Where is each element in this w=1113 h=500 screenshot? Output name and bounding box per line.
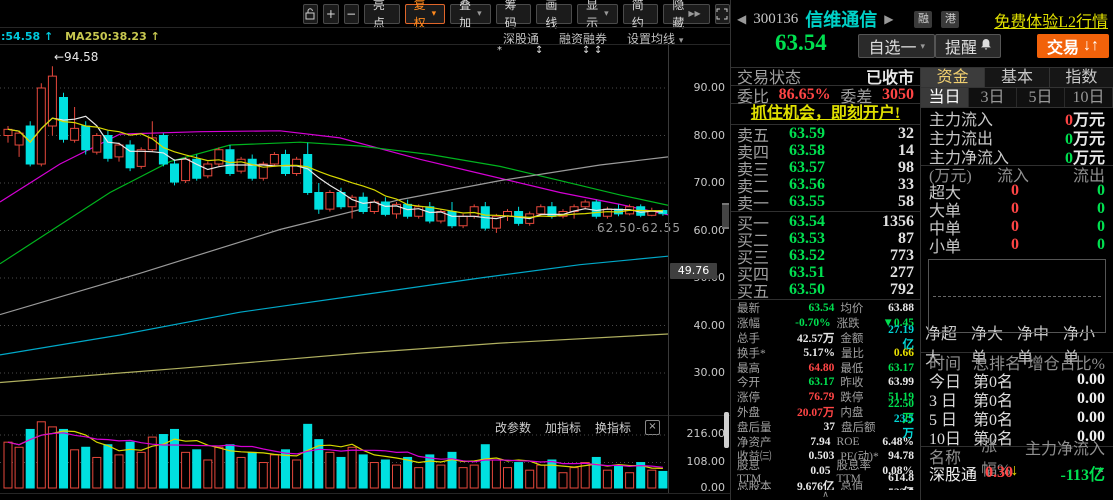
display-button[interactable]: 显示 ▾ — [577, 0, 618, 30]
tab-资金[interactable]: 资金 — [921, 68, 986, 87]
tab-基本[interactable]: 基本 — [985, 68, 1050, 87]
fund-flow-column: 资金 基本 指数 当日 3日 5日 10日 主力流入 0万元 主力流出 0万元 主力净流入 0万元 … — [921, 68, 1113, 500]
last-price: 63.54 — [775, 30, 827, 55]
crosshair-price-label: 49.76 — [670, 263, 717, 279]
order-book-column: 交易状态 已收市 委比 86.65% 委差 3050 抓住机会，即刻开户! 卖五… — [731, 68, 921, 500]
chevron-down-icon: ▾ — [920, 40, 925, 51]
stat-row: 盘后量 37 盘后额 23.5万 — [737, 412, 914, 440]
trade-status-row: 交易状态 已收市 — [731, 68, 920, 87]
panel-resize-handle[interactable] — [722, 203, 729, 229]
period-tab-5日[interactable]: 5日 — [1017, 88, 1065, 107]
bid-rows: 买一 63.54 1356 买二 63.53 87 买三 63.52 773 买四 63.51 277… — [731, 213, 920, 301]
bell-icon — [981, 37, 991, 55]
up-arrow-icon: ↑ — [44, 30, 54, 43]
period-tab-10日[interactable]: 10日 — [1065, 88, 1113, 107]
stat-row: 今开 63.17 昨收 63.99 — [737, 376, 914, 390]
stat-row: 换手* 5.17% 量比 0.66 — [737, 346, 914, 360]
up-arrow-icon: ↑ — [150, 30, 160, 43]
simple-mode-button[interactable]: 简约 — [622, 0, 659, 30]
chevron-down-icon: ▾ — [431, 9, 437, 19]
chips-button[interactable]: 筹码 — [495, 0, 532, 30]
market-flow-row[interactable]: 深股通 0.30 -113亿 — [921, 464, 1113, 484]
margin-badge[interactable]: 融 — [914, 10, 933, 28]
price-tick: 40.00 — [693, 318, 726, 332]
event-marker: * — [497, 45, 502, 56]
axis-line — [668, 45, 669, 493]
legend-divider — [0, 44, 730, 45]
quote-panel: ◀ 300136 信维通信 ▶ 融 港 免费体验L2行情 63.54 -0.45… — [731, 0, 1113, 500]
price-tick: 90.00 — [693, 81, 726, 94]
stat-row: 总手 42.57万 金额 27.19亿 — [737, 324, 914, 351]
volume-chart[interactable] — [0, 420, 668, 493]
ma120-value: :54.58 — [1, 30, 41, 43]
zero-line — [933, 296, 1101, 297]
watchlist-button[interactable]: 自选一 ▾ — [858, 34, 935, 58]
order-size-rows: 超大 0 0 大单 0 0 中单 0 0 小单 0 0 — [921, 182, 1113, 256]
scrollbar-thumb[interactable] — [724, 412, 729, 448]
minus-icon: − — [346, 7, 357, 21]
transfer-arrows-icon: ↓↑ — [1083, 37, 1099, 54]
event-marker: ↕ — [582, 45, 591, 56]
ask-row[interactable]: 卖一 63.55 58 — [731, 193, 920, 213]
quote-header: ◀ 300136 信维通信 ▶ 融 港 免费体验L2行情 63.54 -0.45… — [731, 0, 1113, 68]
stat-row: 最新 63.54 均价 63.88 — [737, 302, 914, 316]
bid-row[interactable]: 买五 63.50 792 — [731, 281, 920, 301]
chart-bottom-divider — [0, 493, 730, 494]
weicha-value: 3050 — [882, 86, 914, 103]
price-tick: 60.00 — [693, 223, 726, 237]
candlestick-chart[interactable] — [0, 47, 669, 415]
zoom-out-button[interactable]: − — [343, 4, 359, 24]
tab-指数[interactable]: 指数 — [1049, 68, 1113, 87]
period-tab-当日[interactable]: 当日 — [921, 88, 969, 107]
stock-code: 300136 — [753, 10, 799, 27]
ask-rows: 卖五 63.59 32 卖四 63.58 14 卖三 63.57 98 卖二 63.56 33 卖一 63… — [731, 125, 920, 213]
trade-button[interactable]: 交易 ↓↑ — [1036, 34, 1109, 58]
stock-name: 信维通信 — [805, 10, 878, 30]
net-flow-mini-chart — [928, 259, 1106, 333]
draw-line-button[interactable]: 画线 — [536, 0, 573, 30]
price-axis: 90.0080.0070.0060.0050.0040.0030.00 216.… — [669, 0, 729, 500]
toolbar-divider — [0, 27, 730, 28]
chart-toolbar: + − 亮点 复权 ▾ 叠加 ▾ 筹码 画线 显示 ▾ 简约 隐藏 ▶▶ — [303, 0, 730, 30]
volume-tick: 0.00 — [700, 481, 726, 494]
period-tab-3日[interactable]: 3日 — [969, 88, 1017, 107]
highlights-button[interactable]: 亮点 — [363, 0, 400, 30]
plus-icon: + — [325, 7, 336, 21]
trade-status-value: 已收市 — [865, 70, 914, 87]
stat-rows: 最新 63.54 均价 63.88 涨幅 -0.70% 涨跌 ▼0.45 总手 42.57万 金额 2… — [731, 301, 920, 500]
event-marker: ↕ — [535, 45, 544, 56]
volume-divider — [0, 415, 730, 416]
lock-icon[interactable] — [303, 4, 319, 24]
l2-quotes-link[interactable]: 免费体验L2行情 — [994, 8, 1108, 32]
event-marker: ↕ — [594, 45, 603, 56]
stat-row: 净资产 7.94 ROE 6.48% — [737, 435, 914, 449]
ma-legend: :54.58 ↑ MA250:38.23 ↑ — [1, 30, 160, 43]
order-size-row: 小单 0 0 — [929, 236, 1105, 256]
overlay-button[interactable]: 叠加 ▾ — [450, 0, 491, 30]
weibi-value: 86.65% — [778, 86, 831, 103]
adjust-price-button[interactable]: 复权 ▾ — [404, 0, 446, 30]
ma250-value: MA250:38.23 — [65, 30, 147, 43]
hk-connect-badge[interactable]: 港 — [941, 10, 960, 28]
volume-tick: 108.00 — [686, 455, 726, 468]
collapse-panel-icon[interactable]: ∧ — [731, 490, 920, 500]
commission-ratio-row: 委比 86.65% 委差 3050 — [737, 86, 914, 106]
prev-stock-icon[interactable]: ◀ — [737, 12, 746, 27]
price-tick: 80.00 — [693, 128, 726, 142]
price-tick: 70.00 — [693, 176, 726, 189]
stat-row: 最高 64.80 最低 63.17 — [737, 361, 914, 375]
chevron-down-icon: ▾ — [604, 9, 609, 19]
price-tick: 30.00 — [693, 366, 726, 379]
chevron-down-icon: ▾ — [477, 9, 482, 19]
next-stock-icon[interactable]: ▶ — [884, 12, 893, 27]
high-annotation: ←94.58 — [54, 50, 99, 64]
main-flow-rows: 主力流入 0万元 主力流出 0万元 主力净流入 0万元 — [921, 108, 1113, 167]
alert-button[interactable]: 提醒 — [934, 34, 1001, 58]
zoom-in-button[interactable]: + — [323, 4, 339, 24]
fund-tabs: 资金 基本 指数 — [921, 68, 1113, 88]
volume-tick: 216.00 — [686, 427, 726, 440]
